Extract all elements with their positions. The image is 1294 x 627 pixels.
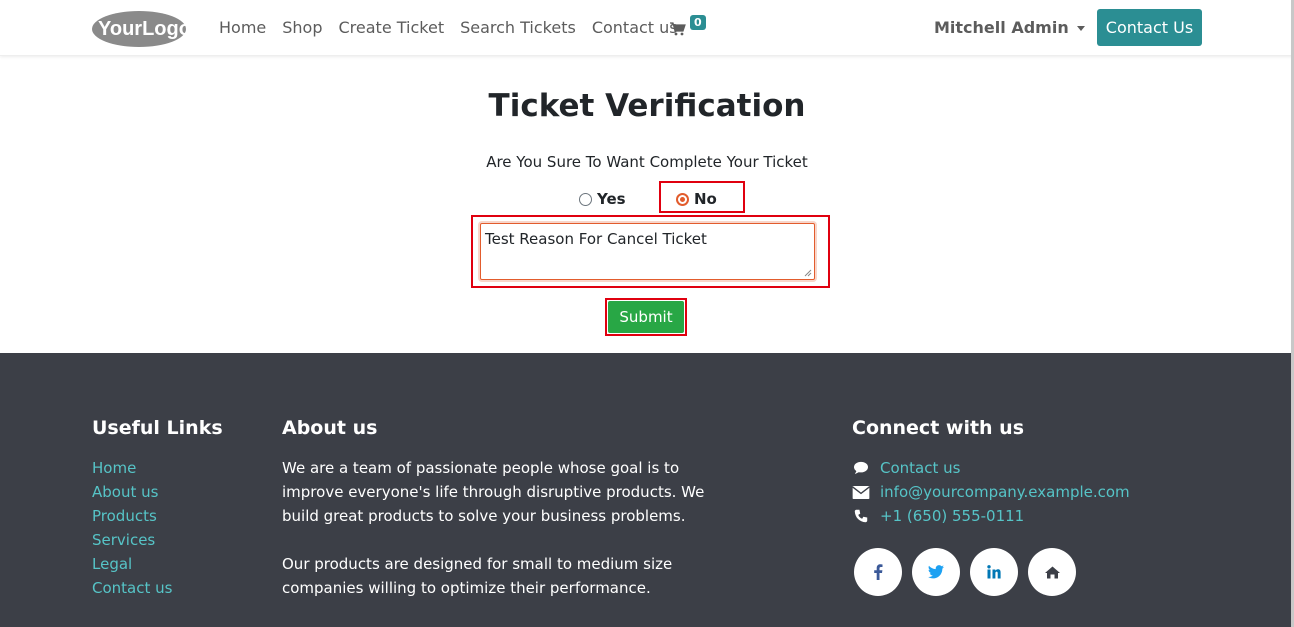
company-logo[interactable]: YourLogo [92, 10, 187, 48]
connect-heading: Connect with us [852, 417, 1025, 439]
user-menu-dropdown[interactable]: Mitchell Admin [934, 17, 1085, 39]
shopping-cart-icon [670, 22, 686, 36]
social-links [854, 548, 1212, 596]
about-paragraph-2: Our products are designed for small to m… [282, 555, 673, 597]
main-nav: Home Shop Create Ticket Search Tickets C… [211, 17, 686, 39]
useful-links-list: Home About us Products Services Legal Co… [92, 456, 223, 600]
cart-count-badge: 0 [690, 15, 706, 30]
facebook-icon [874, 564, 883, 580]
footer-link-contact[interactable]: Contact us [92, 576, 223, 600]
ticket-verification-section: Ticket Verification Are You Sure To Want… [0, 56, 1294, 353]
contact-us-link[interactable]: Contact us [880, 456, 960, 480]
phone-icon [854, 509, 868, 523]
home-button[interactable] [1028, 548, 1076, 596]
nav-shop[interactable]: Shop [274, 17, 330, 39]
contact-row-link: Contact us [852, 456, 1212, 480]
about-paragraph-1: We are a team of passionate people whose… [282, 459, 705, 525]
about-heading: About us [282, 417, 378, 439]
footer-link-about[interactable]: About us [92, 480, 223, 504]
facebook-button[interactable] [854, 548, 902, 596]
user-name: Mitchell Admin [934, 18, 1069, 37]
footer-useful-links: Useful Links Home About us Products Serv… [92, 353, 223, 600]
footer-connect: Connect with us Contact us info@yourcomp… [852, 353, 1212, 596]
contact-us-button[interactable]: Contact Us [1097, 9, 1202, 46]
nav-home[interactable]: Home [211, 17, 274, 39]
useful-links-heading: Useful Links [92, 417, 223, 439]
radio-yes-circle[interactable] [579, 192, 592, 206]
about-text: We are a team of passionate people whose… [282, 456, 732, 600]
logo-text: YourLogo [98, 18, 187, 40]
envelope-icon [852, 485, 870, 499]
contact-row-email: info@yourcompany.example.com [852, 480, 1212, 504]
linkedin-icon [987, 565, 1001, 579]
footer-link-legal[interactable]: Legal [92, 552, 223, 576]
cancel-reason-value: Test Reason For Cancel Ticket [485, 230, 707, 248]
contact-row-phone: +1 (650) 555-0111 [852, 504, 1212, 528]
email-link[interactable]: info@yourcompany.example.com [880, 480, 1130, 504]
twitter-icon [928, 565, 944, 579]
highlight-box-no [659, 181, 745, 213]
site-footer: Useful Links Home About us Products Serv… [0, 353, 1291, 627]
radio-yes-label: Yes [597, 190, 626, 208]
nav-search-tickets[interactable]: Search Tickets [452, 17, 584, 39]
footer-link-services[interactable]: Services [92, 528, 223, 552]
resize-grip-icon[interactable] [802, 267, 812, 277]
twitter-button[interactable] [912, 548, 960, 596]
home-icon [1044, 566, 1060, 578]
nav-create-ticket[interactable]: Create Ticket [331, 17, 453, 39]
cancel-reason-textarea[interactable]: Test Reason For Cancel Ticket [480, 223, 815, 280]
contact-list: Contact us info@yourcompany.example.com … [852, 456, 1212, 528]
top-navbar: YourLogo Home Shop Create Ticket Search … [0, 0, 1294, 56]
footer-link-home[interactable]: Home [92, 456, 223, 480]
chevron-down-icon [1076, 26, 1085, 31]
phone-link[interactable]: +1 (650) 555-0111 [880, 504, 1024, 528]
completion-question: Are You Sure To Want Complete Your Ticke… [486, 153, 808, 171]
footer-link-products[interactable]: Products [92, 504, 223, 528]
radio-yes[interactable]: Yes [579, 190, 626, 208]
page-title: Ticket Verification [488, 88, 806, 124]
footer-about: About us We are a team of passionate peo… [282, 353, 732, 600]
cart-link[interactable]: 0 [670, 14, 710, 40]
linkedin-button[interactable] [970, 548, 1018, 596]
submit-button[interactable]: Submit [608, 301, 684, 333]
chat-bubble-icon [854, 461, 868, 475]
